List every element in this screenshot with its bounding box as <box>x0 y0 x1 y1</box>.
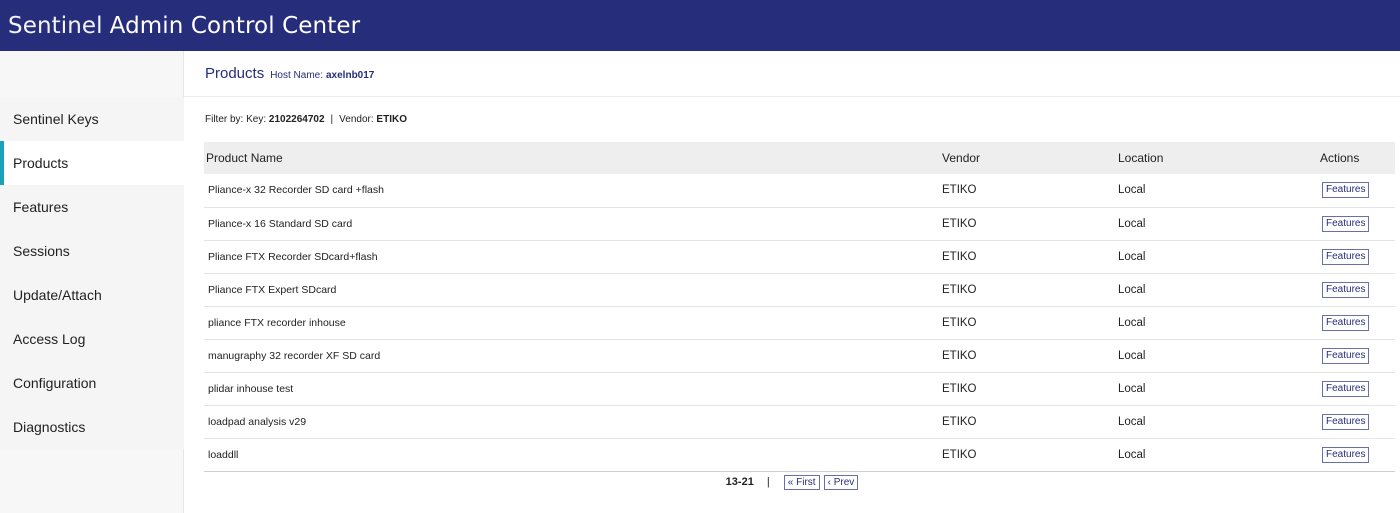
features-button[interactable]: Features <box>1322 182 1370 199</box>
sidebar-item-label: Products <box>13 155 69 171</box>
pagination-range: 13-21 <box>725 476 754 488</box>
sidebar-item-label: Features <box>13 199 69 215</box>
features-button[interactable]: Features <box>1322 248 1370 265</box>
cell-actions: Features <box>1318 372 1395 405</box>
cell-actions: Features <box>1318 273 1395 306</box>
cell-actions: Features <box>1318 339 1395 372</box>
column-header-product-name[interactable]: Product Name <box>204 142 940 174</box>
features-button[interactable]: Features <box>1322 446 1370 463</box>
sidebar-item-products[interactable]: Products <box>0 141 184 185</box>
cell-actions: Features <box>1318 405 1395 438</box>
sidebar-item-label: Sessions <box>13 243 70 259</box>
features-button[interactable]: Features <box>1322 215 1370 232</box>
cell-product-name: loaddll <box>208 448 239 461</box>
page-header: Products Host Name: axelnb017 <box>184 51 1400 97</box>
cell-product-name: pliance FTX recorder inhouse <box>208 316 346 329</box>
cell-actions: Features <box>1318 438 1395 471</box>
sidebar-item-label: Sentinel Keys <box>13 111 99 127</box>
app-title-product: Admin Control Center <box>109 12 361 39</box>
cell-vendor: ETIKO <box>942 382 977 395</box>
cell-product-name: Pliance FTX Expert SDcard <box>208 283 337 296</box>
table-row: pliance FTX recorder inhouse ETIKO Local… <box>204 306 1395 339</box>
filter-prefix: Filter by: Key: <box>205 114 267 125</box>
cell-vendor: ETIKO <box>942 250 977 263</box>
cell-actions: Features <box>1318 306 1395 339</box>
page-title: Products <box>205 65 265 82</box>
prev-page-button[interactable]: ‹ Prev <box>823 475 859 490</box>
table-row: manugraphy 32 recorder XF SD card ETIKO … <box>204 339 1395 372</box>
column-header-location[interactable]: Location <box>1116 142 1318 174</box>
cell-vendor: ETIKO <box>942 217 977 230</box>
sidebar-item-label: Access Log <box>13 331 86 347</box>
app-title-brand: Sentinel <box>8 12 103 39</box>
features-button[interactable]: Features <box>1322 380 1370 397</box>
features-button[interactable]: Features <box>1322 314 1370 331</box>
cell-location: Local <box>1118 316 1146 329</box>
table-row: plidar inhouse test ETIKO Local Features <box>204 372 1395 405</box>
table-row: loadpad analysis v29 ETIKO Local Feature… <box>204 405 1395 438</box>
filter-vendor-label: Vendor: <box>339 114 374 125</box>
sidebar-item-diagnostics[interactable]: Diagnostics <box>0 405 184 449</box>
app-header: Sentinel Admin Control Center <box>0 0 1400 51</box>
cell-actions: Features <box>1318 207 1395 240</box>
sidebar-item-sessions[interactable]: Sessions <box>0 229 184 273</box>
products-table: Product Name Vendor Location Actions Pli… <box>204 142 1395 472</box>
table-row: Pliance-x 32 Recorder SD card +flash ETI… <box>204 174 1395 207</box>
sidebar-item-sentinel-keys[interactable]: Sentinel Keys <box>0 97 184 141</box>
cell-product-name: manugraphy 32 recorder XF SD card <box>208 349 381 362</box>
cell-vendor: ETIKO <box>942 283 977 296</box>
cell-location: Local <box>1118 217 1146 230</box>
sidebar-item-access-log[interactable]: Access Log <box>0 317 184 361</box>
sidebar-item-features[interactable]: Features <box>0 185 184 229</box>
cell-location: Local <box>1118 448 1146 461</box>
sidebar-menu: Sentinel Keys Products Features Sessions… <box>0 97 184 449</box>
cell-vendor: ETIKO <box>942 349 977 362</box>
cell-product-name: Pliance-x 32 Recorder SD card +flash <box>208 184 384 197</box>
pagination: 13-21 | « First ‹ Prev <box>184 475 1400 490</box>
sidebar-item-configuration[interactable]: Configuration <box>0 361 184 405</box>
first-page-button[interactable]: « First <box>783 475 820 490</box>
filter-key-value: 2102264702 <box>268 114 325 125</box>
features-button[interactable]: Features <box>1322 413 1370 430</box>
cell-vendor: ETIKO <box>942 448 977 461</box>
pagination-separator: | <box>766 476 770 488</box>
cell-vendor: ETIKO <box>942 184 977 197</box>
table-row: Pliance-x 16 Standard SD card ETIKO Loca… <box>204 207 1395 240</box>
cell-product-name: plidar inhouse test <box>208 382 294 395</box>
sidebar: Sentinel Keys Products Features Sessions… <box>0 51 184 513</box>
features-button[interactable]: Features <box>1322 281 1370 298</box>
cell-product-name: Pliance-x 16 Standard SD card <box>208 217 353 230</box>
cell-actions: Features <box>1318 174 1395 207</box>
sidebar-item-update-attach[interactable]: Update/Attach <box>0 273 184 317</box>
host-name-value: axelnb017 <box>326 69 375 81</box>
cell-vendor: ETIKO <box>942 316 977 329</box>
cell-actions: Features <box>1318 240 1395 273</box>
features-button[interactable]: Features <box>1322 347 1370 364</box>
table-row: Pliance FTX Expert SDcard ETIKO Local Fe… <box>204 273 1395 306</box>
sidebar-item-label: Update/Attach <box>13 287 102 303</box>
filter-vendor-value: ETIKO <box>376 114 407 125</box>
column-header-vendor[interactable]: Vendor <box>940 142 1116 174</box>
cell-location: Local <box>1118 415 1146 428</box>
cell-product-name: Pliance FTX Recorder SDcard+flash <box>208 250 378 263</box>
filter-separator: | <box>330 114 334 125</box>
main-content: Products Host Name: axelnb017 Filter by:… <box>184 51 1400 513</box>
host-name-label: Host Name: <box>270 69 323 81</box>
sidebar-item-label: Diagnostics <box>13 419 86 435</box>
table-row: Pliance FTX Recorder SDcard+flash ETIKO … <box>204 240 1395 273</box>
cell-location: Local <box>1118 283 1146 296</box>
cell-location: Local <box>1118 349 1146 362</box>
sidebar-item-label: Configuration <box>13 375 97 391</box>
cell-location: Local <box>1118 184 1146 197</box>
cell-location: Local <box>1118 250 1146 263</box>
table-header-row: Product Name Vendor Location Actions <box>204 142 1395 174</box>
cell-product-name: loadpad analysis v29 <box>208 415 307 428</box>
column-header-actions: Actions <box>1320 151 1360 165</box>
filter-bar: Filter by: Key: 2102264702 | Vendor: ETI… <box>184 97 1400 142</box>
table-row: loaddll ETIKO Local Features <box>204 438 1395 471</box>
cell-location: Local <box>1118 382 1146 395</box>
cell-vendor: ETIKO <box>942 415 977 428</box>
